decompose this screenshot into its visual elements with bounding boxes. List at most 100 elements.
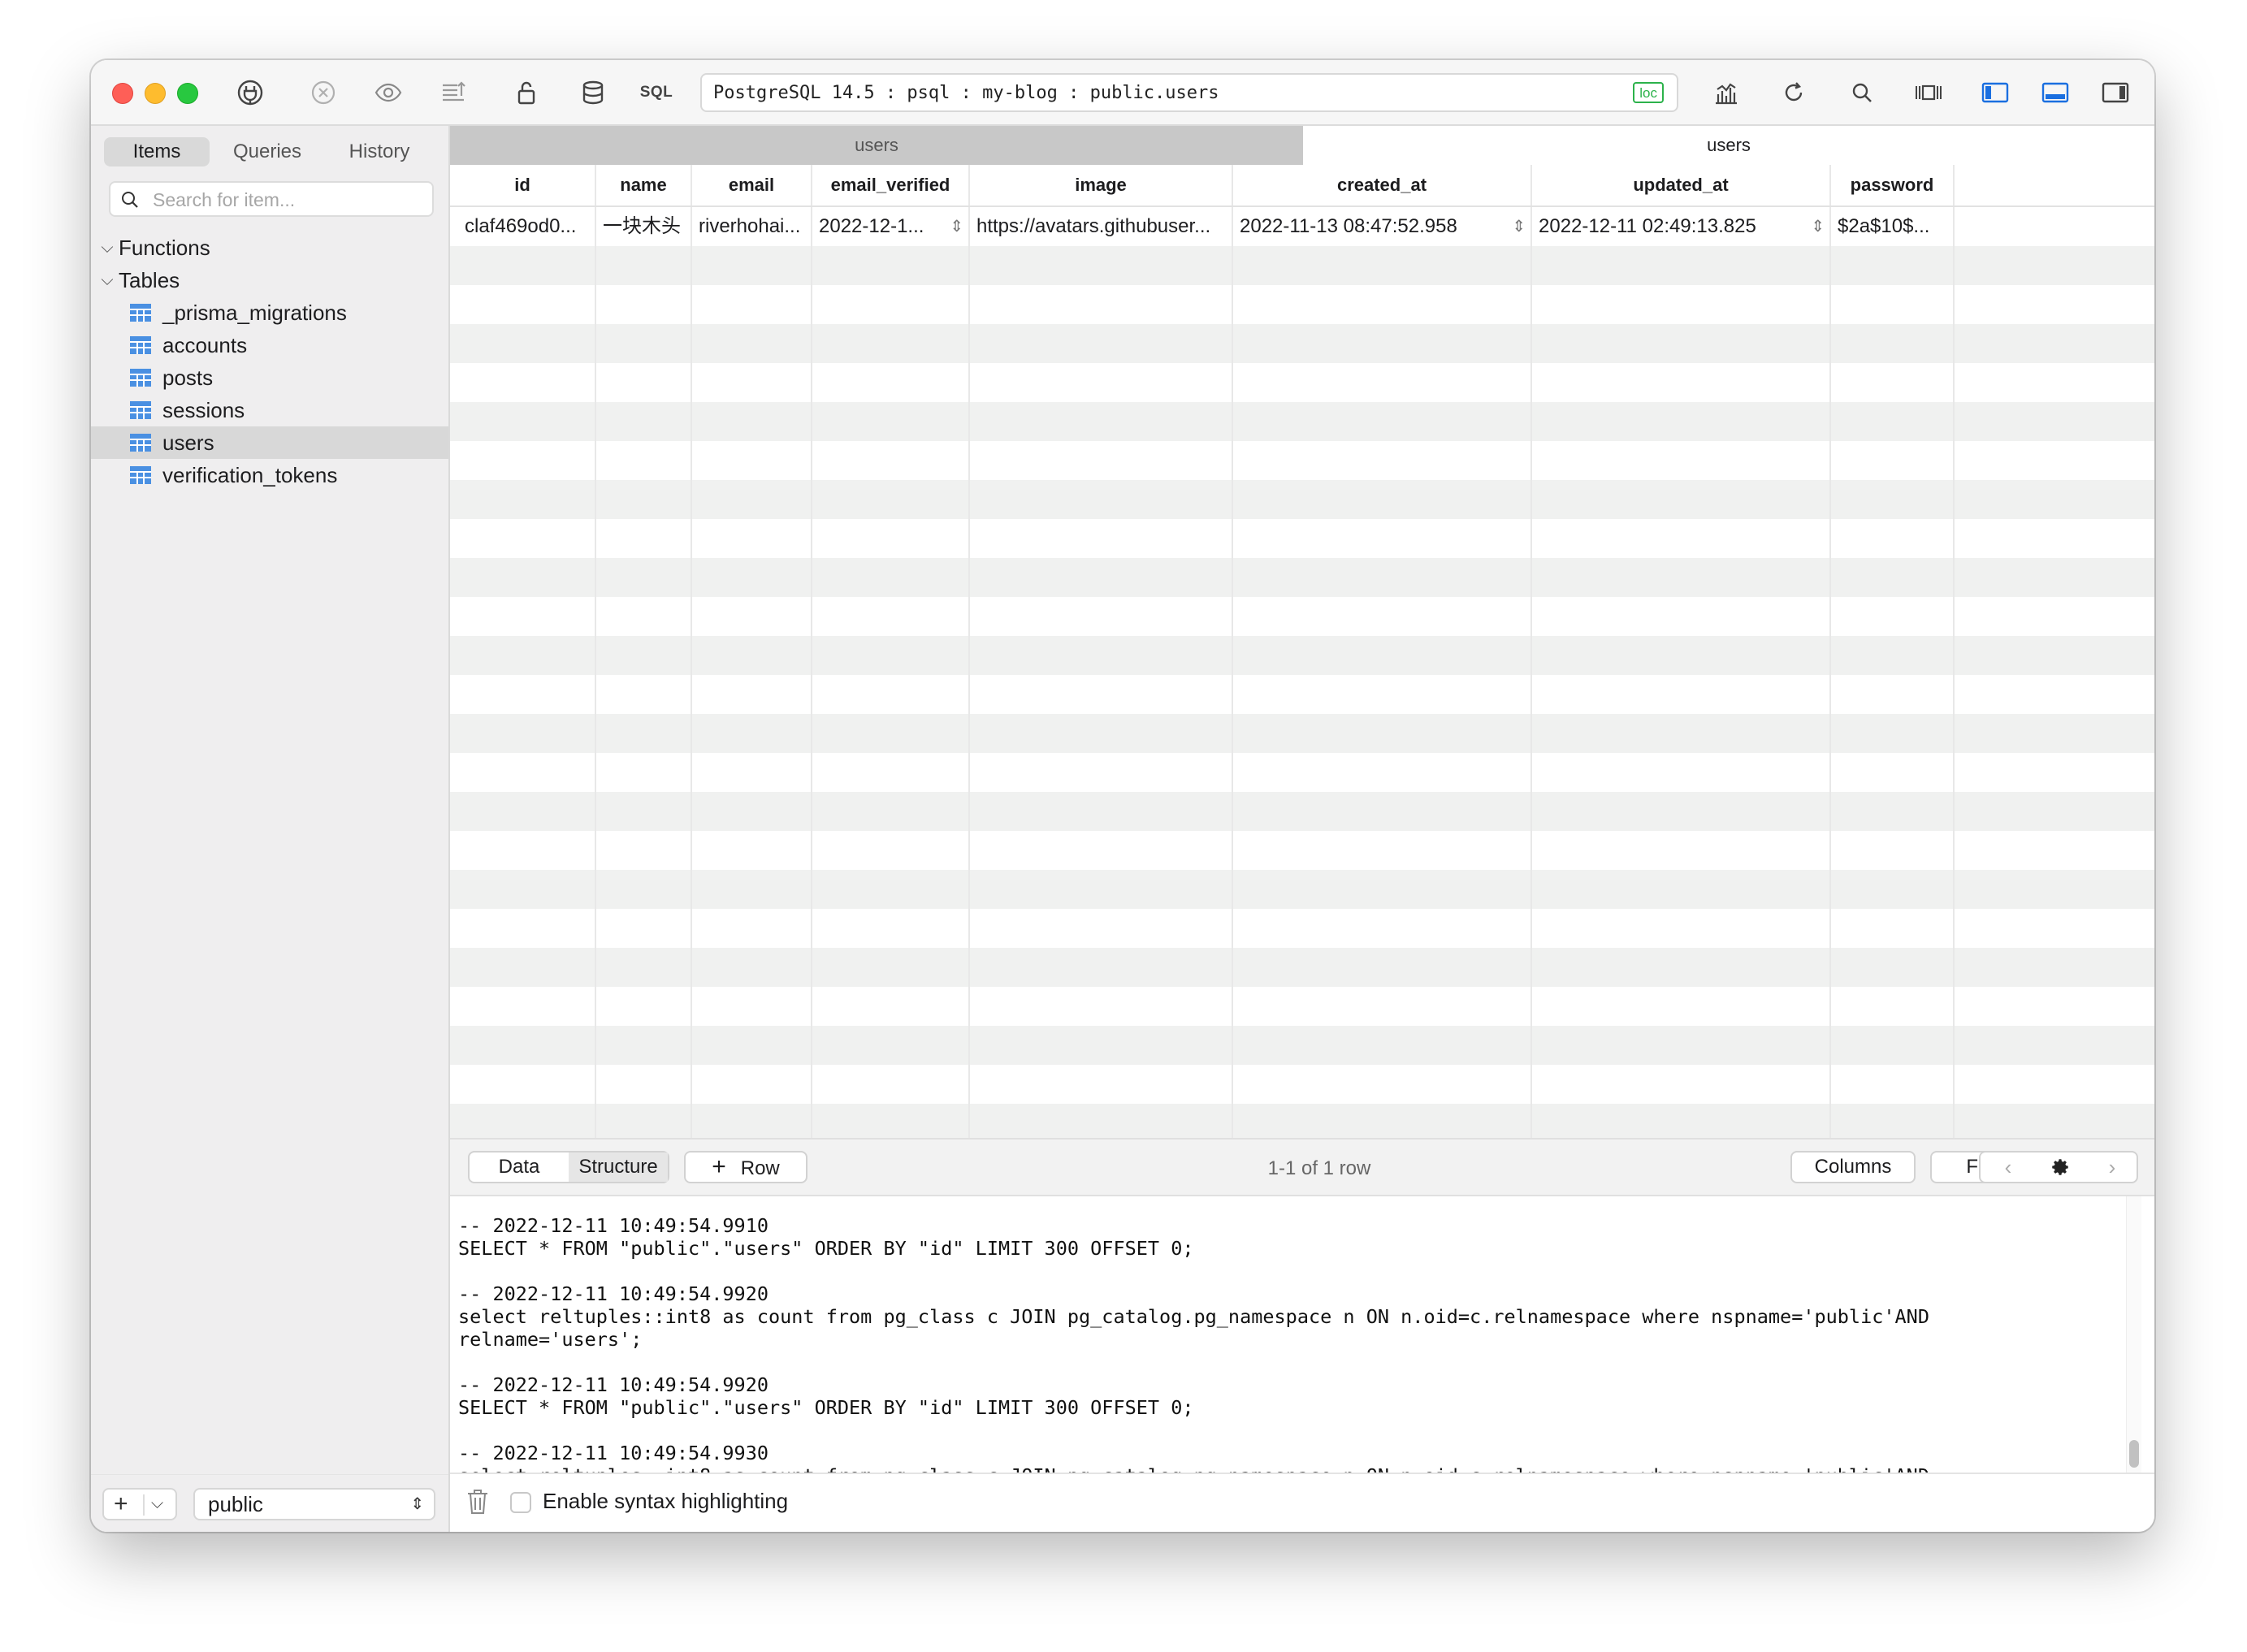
tab-history[interactable]: History [327,137,432,166]
log-scrollbar[interactable] [2126,1196,2141,1473]
column-divider [595,207,596,1138]
plus-icon: + [114,1490,128,1517]
stepper-icon[interactable]: ⇕ [1512,207,1526,246]
empty-row [450,753,2154,792]
sidebar-footer: + ⌵ public ⇕ [91,1474,448,1532]
chevron-down-icon: ⌵ [101,239,114,257]
zoom-window-button[interactable] [177,83,198,104]
trash-icon[interactable] [465,1487,491,1516]
table-icon [130,401,151,419]
empty-row [450,441,2154,480]
gear-icon[interactable] [2036,1153,2085,1182]
chevron-right-icon[interactable]: › [2088,1153,2137,1182]
data-view-button[interactable]: Data [470,1153,569,1182]
empty-row [450,675,2154,714]
main-content: users users id name email email_verified… [450,126,2154,1532]
search-input[interactable] [151,188,422,212]
connection-info-bar[interactable]: PostgreSQL 14.5 : psql : my-blog : publi… [700,73,1678,112]
sidebar-segmented-control: Items Queries History [104,137,434,166]
column-header-name[interactable]: name [596,165,692,205]
cell-password[interactable]: $2a$10$... [1831,207,1955,246]
cell-image[interactable]: https://avatars.githubuser... [970,207,1233,246]
table-row[interactable]: claf469od0... 一块木头 riverhohai... 2022-12… [450,207,2154,246]
sidebar-item-posts[interactable]: posts [91,361,448,394]
tab-users-active[interactable]: users [1303,126,2154,165]
format-list-icon[interactable] [435,75,471,110]
column-header-id[interactable]: id [450,165,596,205]
add-item-button[interactable]: + ⌵ [102,1488,177,1520]
toggle-bottom-panel-icon[interactable] [2037,75,2073,110]
tab-users-inactive[interactable]: users [450,126,1303,165]
cell-id[interactable]: claf469od0... [450,207,596,246]
chevron-left-icon[interactable]: ‹ [1984,1153,2033,1182]
scrollbar-thumb[interactable] [2129,1440,2139,1468]
cell-email-verified[interactable]: 2022-12-1... ⇕ [812,207,970,246]
cell-text: 2022-12-11 02:49:13.825 [1539,215,1756,237]
cell-created-at[interactable]: 2022-11-13 08:47:52.958 ⇕ [1233,207,1532,246]
tree-group-label: Tables [119,268,180,292]
sidebar-item-accounts[interactable]: accounts [91,329,448,361]
minimize-window-button[interactable] [145,83,166,104]
cell-name[interactable]: 一块木头 [596,207,692,246]
cell-text: 2022-12-1... [819,215,924,237]
schema-select[interactable]: public ⇕ [193,1488,435,1520]
data-grid: id name email email_verified image creat… [450,165,2154,1138]
empty-row [450,363,2154,402]
column-header-email[interactable]: email [692,165,812,205]
table-icon [130,434,151,452]
tree-group-tables[interactable]: ⌵ Tables [91,264,448,296]
cancel-query-icon[interactable] [305,75,341,110]
divider [143,1494,145,1516]
columns-button[interactable]: Columns [1790,1151,1916,1183]
row-count-status: 1-1 of 1 row [1267,1157,1371,1179]
table-name: _prisma_migrations [162,301,347,325]
column-header-created-at[interactable]: created_at [1233,165,1532,205]
chevron-down-icon: ⌵ [101,271,114,289]
structure-view-button[interactable]: Structure [569,1153,668,1182]
toggle-left-panel-icon[interactable] [1977,75,2013,110]
tab-queries[interactable]: Queries [214,137,320,166]
column-header-updated-at[interactable]: updated_at [1532,165,1831,205]
empty-row [450,1104,2154,1138]
column-divider [1232,207,1233,1138]
table-icon [130,369,151,387]
chevron-down-icon[interactable]: ⌵ [151,1494,163,1513]
tree-group-functions[interactable]: ⌵ Functions [91,231,448,264]
connection-plug-icon[interactable] [232,75,268,110]
query-log-panel[interactable]: -- 2022-12-11 10:49:54.9910 SELECT * FRO… [450,1196,2154,1473]
column-header-password[interactable]: password [1831,165,1955,205]
refresh-icon[interactable] [1776,75,1812,110]
search-icon[interactable] [1844,75,1880,110]
query-log-text: -- 2022-12-11 10:49:54.9910 SELECT * FRO… [458,1214,1929,1473]
close-window-button[interactable] [112,83,133,104]
column-layout-icon[interactable] [1911,75,1946,110]
column-header-email-verified[interactable]: email_verified [812,165,970,205]
stepper-icon[interactable]: ⇕ [950,207,963,246]
tab-items[interactable]: Items [104,137,210,166]
syntax-highlighting-checkbox[interactable] [510,1492,531,1513]
sidebar: Items Queries History ⌵ Functions ⌵ Tabl… [91,126,450,1532]
column-divider [1953,207,1955,1138]
toggle-right-panel-icon[interactable] [2098,75,2133,110]
sidebar-item-verification-tokens[interactable]: verification_tokens [91,459,448,491]
table-icon [130,304,151,322]
schema-value: public [208,1492,263,1516]
location-badge: loc [1633,82,1664,103]
empty-row [450,792,2154,831]
column-divider [691,207,692,1138]
sidebar-item-users[interactable]: users [91,426,448,459]
cell-updated-at[interactable]: 2022-12-11 02:49:13.825 ⇕ [1532,207,1831,246]
stepper-icon[interactable]: ⇕ [1811,207,1825,246]
sidebar-item-prisma-migrations[interactable]: _prisma_migrations [91,296,448,329]
database-icon[interactable] [575,75,611,110]
sidebar-item-sessions[interactable]: sessions [91,394,448,426]
sql-editor-button[interactable]: SQL [639,75,674,110]
preview-eye-icon[interactable] [370,75,406,110]
empty-row [450,948,2154,987]
lock-icon[interactable] [509,75,544,110]
add-row-button[interactable]: + Row [684,1151,807,1183]
column-divider [1829,207,1831,1138]
column-header-image[interactable]: image [970,165,1233,205]
cell-email[interactable]: riverhohai... [692,207,812,246]
chart-icon[interactable] [1708,75,1743,110]
